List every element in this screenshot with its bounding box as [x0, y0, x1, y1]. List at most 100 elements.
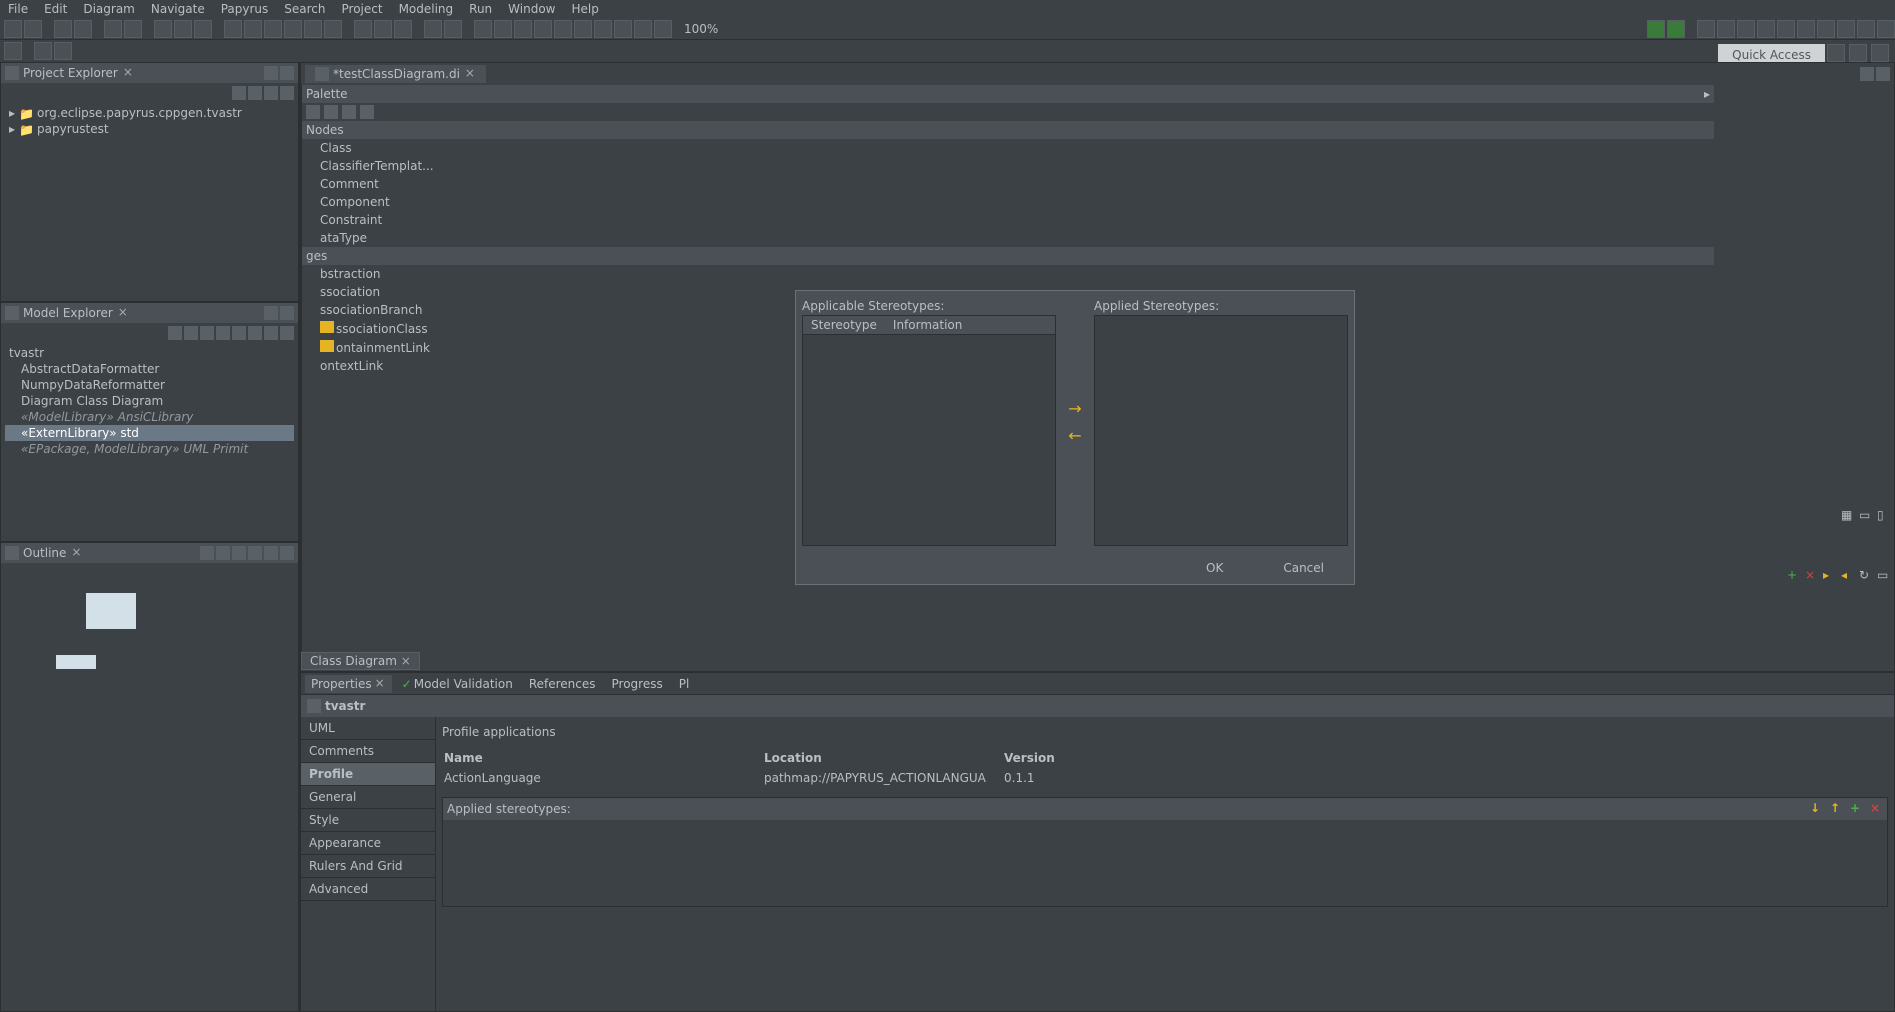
- toolbar-button[interactable]: [1757, 20, 1775, 38]
- toolbar-button[interactable]: [174, 20, 192, 38]
- toolbar-button[interactable]: [244, 20, 262, 38]
- minimize-icon[interactable]: ▭: [1859, 508, 1873, 522]
- apply-arrow-icon[interactable]: →: [1068, 399, 1081, 418]
- toolbar-button[interactable]: [1697, 20, 1715, 38]
- menu-modeling[interactable]: Modeling: [393, 2, 460, 16]
- menu-edit[interactable]: Edit: [38, 2, 73, 16]
- nav-icon[interactable]: ▸: [1823, 568, 1837, 582]
- palette-item-datatype[interactable]: ataType: [302, 229, 1714, 247]
- toolbar-icon[interactable]: [248, 326, 262, 340]
- tree-item[interactable]: tvastr: [5, 345, 294, 361]
- toolbar-button[interactable]: [494, 20, 512, 38]
- close-icon[interactable]: ×: [117, 307, 129, 319]
- toolbar-icon[interactable]: [280, 326, 294, 340]
- zoom-level[interactable]: 100%: [684, 22, 718, 36]
- toolbar-icon[interactable]: [248, 546, 262, 560]
- tab-properties[interactable]: Properties ×: [305, 675, 392, 693]
- toolbar-button[interactable]: [634, 20, 652, 38]
- project-tree[interactable]: ▸ 📁org.eclipse.papyrus.cppgen.tvastr ▸ 📁…: [1, 103, 298, 301]
- perspective-button[interactable]: [1827, 44, 1845, 62]
- maximize-icon[interactable]: ▯: [1877, 508, 1891, 522]
- toolbar-icon[interactable]: [216, 326, 230, 340]
- outline-canvas[interactable]: [1, 563, 298, 1011]
- move-up-icon[interactable]: ↑: [1827, 800, 1843, 816]
- add-icon[interactable]: +: [1787, 568, 1801, 582]
- close-icon[interactable]: ×: [374, 678, 386, 690]
- toolbar-button[interactable]: [124, 20, 142, 38]
- tab-validation[interactable]: ✓ Model Validation: [396, 675, 519, 693]
- nav-fwd-icon[interactable]: [1667, 20, 1685, 38]
- tree-item[interactable]: Diagram Class Diagram: [5, 393, 294, 409]
- palette-item-constraint[interactable]: Constraint: [302, 211, 1714, 229]
- toolbar-button[interactable]: [74, 20, 92, 38]
- toolbar-button[interactable]: [1797, 20, 1815, 38]
- toolbar-button[interactable]: [4, 42, 22, 60]
- menu-help[interactable]: Help: [566, 2, 605, 16]
- palette-item-class[interactable]: Class: [302, 139, 1714, 157]
- link-icon[interactable]: [248, 86, 262, 100]
- toolbar-icon[interactable]: ▦: [1841, 508, 1855, 522]
- palette-category-nodes[interactable]: Nodes: [302, 121, 1714, 139]
- ptab-uml[interactable]: UML: [301, 717, 435, 740]
- toolbar-icon[interactable]: [232, 326, 246, 340]
- toolbar-button[interactable]: [1737, 20, 1755, 38]
- select-icon[interactable]: [306, 105, 320, 119]
- profile-table[interactable]: Name Location Version ActionLanguage pat…: [442, 747, 1888, 787]
- toolbar-button[interactable]: [224, 20, 242, 38]
- toolbar-button[interactable]: [594, 20, 612, 38]
- menu-window[interactable]: Window: [502, 2, 561, 16]
- toolbar-button[interactable]: [354, 20, 372, 38]
- nav-icon[interactable]: ◂: [1841, 568, 1855, 582]
- toolbar-button[interactable]: [34, 42, 52, 60]
- toolbar-button[interactable]: [1857, 20, 1875, 38]
- menu-icon[interactable]: [280, 86, 294, 100]
- toolbar-button[interactable]: [54, 20, 72, 38]
- toolbar-button[interactable]: [614, 20, 632, 38]
- close-icon[interactable]: ×: [464, 68, 476, 80]
- model-tree[interactable]: tvastr AbstractDataFormatter NumpyDataRe…: [1, 343, 298, 541]
- minimize-icon[interactable]: [264, 66, 278, 80]
- collapse-icon[interactable]: [232, 86, 246, 100]
- move-down-icon[interactable]: ↓: [1807, 800, 1823, 816]
- maximize-icon[interactable]: [280, 66, 294, 80]
- toolbar-button[interactable]: [1817, 20, 1835, 38]
- table-row[interactable]: ActionLanguage: [442, 769, 762, 787]
- ptab-appearance[interactable]: Appearance: [301, 832, 435, 855]
- tree-item[interactable]: «EPackage, ModelLibrary» UML Primit: [5, 441, 294, 457]
- toolbar-button[interactable]: [474, 20, 492, 38]
- tab-progress[interactable]: Progress: [606, 675, 669, 693]
- ptab-advanced[interactable]: Advanced: [301, 878, 435, 901]
- toolbar-button[interactable]: [304, 20, 322, 38]
- toolbar-button[interactable]: [394, 20, 412, 38]
- diagram-tab[interactable]: Class Diagram ×: [301, 652, 420, 670]
- toolbar-button[interactable]: [1877, 20, 1895, 38]
- toolbar-button[interactable]: [554, 20, 572, 38]
- cancel-button[interactable]: Cancel: [1283, 561, 1324, 575]
- toolbar-button[interactable]: [654, 20, 672, 38]
- toolbar-icon[interactable]: ▭: [1877, 568, 1891, 582]
- close-icon[interactable]: ×: [401, 654, 411, 668]
- remove-icon[interactable]: ×: [1867, 800, 1883, 816]
- toolbar-icon[interactable]: [168, 326, 182, 340]
- menu-diagram[interactable]: Diagram: [77, 2, 141, 16]
- ok-button[interactable]: OK: [1206, 561, 1223, 575]
- toolbar-button[interactable]: [104, 20, 122, 38]
- ptab-profile[interactable]: Profile: [301, 763, 435, 786]
- toolbar-button[interactable]: [324, 20, 342, 38]
- toolbar-button[interactable]: [574, 20, 592, 38]
- menu-project[interactable]: Project: [336, 2, 389, 16]
- toolbar-button[interactable]: [4, 20, 22, 38]
- toolbar-button[interactable]: [194, 20, 212, 38]
- maximize-icon[interactable]: [1876, 67, 1890, 81]
- toolbar-icon[interactable]: [184, 326, 198, 340]
- tree-item[interactable]: AbstractDataFormatter: [5, 361, 294, 377]
- perspective-button[interactable]: [1871, 44, 1889, 62]
- menu-file[interactable]: File: [2, 2, 34, 16]
- close-icon[interactable]: ×: [122, 67, 134, 79]
- ptab-style[interactable]: Style: [301, 809, 435, 832]
- tool-icon[interactable]: [342, 105, 356, 119]
- menu-search[interactable]: Search: [278, 2, 331, 16]
- applied-list[interactable]: [1094, 315, 1348, 546]
- chevron-right-icon[interactable]: ▸: [1704, 87, 1710, 101]
- menu-navigate[interactable]: Navigate: [145, 2, 211, 16]
